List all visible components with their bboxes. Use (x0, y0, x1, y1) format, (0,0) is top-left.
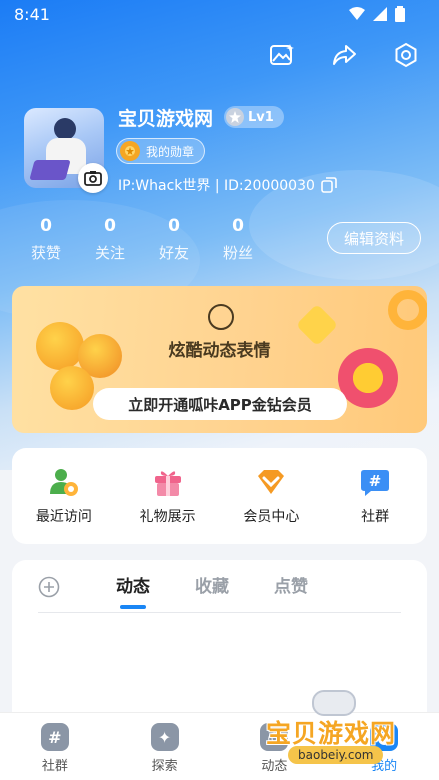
gamepad-icon (312, 690, 356, 716)
quick-link-label: 会员中心 (243, 509, 300, 525)
level-star-icon (226, 108, 244, 126)
vip-emoji-banner[interactable]: 炫酷动态表情 立即开通呱咔APP金钻会员 (12, 286, 427, 433)
stat-likes[interactable]: 0 获赞 (14, 216, 78, 263)
my-medal-button[interactable]: 我的勋章 (116, 138, 206, 164)
stat-friends[interactable]: 0 好友 (142, 216, 206, 263)
nav-label: 探索 (151, 759, 178, 774)
quick-link-gifts[interactable]: 礼物展示 (116, 448, 220, 544)
wifi-icon (349, 7, 365, 20)
status-bar: 8:41 (0, 0, 439, 30)
nav-label: 社群 (41, 759, 68, 774)
feed-tabs: 动态 收藏 点赞 (116, 572, 308, 609)
svg-text:#: # (369, 472, 382, 490)
ip-id-line: IP:Whack世界 | ID:20000030 (118, 175, 337, 195)
edit-profile-button[interactable]: 编辑资料 (327, 222, 421, 254)
tab-favorites[interactable]: 收藏 (195, 572, 229, 597)
share-icon[interactable] (331, 42, 357, 68)
tab-divider (38, 612, 401, 613)
community-nav-icon: # (40, 723, 69, 751)
stat-label: 好友 (158, 244, 189, 262)
quick-link-recent-visits[interactable]: 最近访问 (12, 448, 116, 544)
nav-community[interactable]: # 社群 (0, 713, 110, 780)
profile-stats: 0 获赞 0 关注 0 好友 0 粉丝 (14, 216, 270, 263)
quick-link-label: 礼物展示 (139, 509, 196, 525)
stat-label: 关注 (94, 244, 125, 262)
level-badge[interactable]: Lv1 (224, 106, 284, 128)
community-icon: # (361, 470, 390, 496)
ip-id-text: IP:Whack世界 | ID:20000030 (118, 178, 315, 194)
watermark-url: baobeiy.com (288, 746, 384, 764)
stat-following[interactable]: 0 关注 (78, 216, 142, 263)
copy-icon[interactable] (321, 177, 337, 193)
flower-emoji-icon (338, 348, 398, 408)
stat-value: 0 (168, 216, 180, 236)
status-icons (349, 6, 405, 22)
tab-posts[interactable]: 动态 (116, 572, 150, 609)
quick-link-label: 最近访问 (35, 509, 92, 525)
sunglasses-emoji-icon (50, 366, 94, 410)
medal-label: 我的勋章 (146, 144, 195, 159)
stat-fans[interactable]: 0 粉丝 (206, 216, 270, 263)
level-label: Lv1 (248, 109, 274, 125)
vip-icon (258, 470, 285, 494)
recent-visitor-icon (49, 469, 78, 496)
stat-value: 0 (40, 216, 52, 236)
ring-decoration-icon (388, 290, 427, 330)
quick-links: 最近访问 礼物展示 会员中心 # 社群 (12, 448, 427, 544)
signal-icon (373, 7, 387, 21)
medal-icon (120, 141, 140, 161)
add-post-icon[interactable] (38, 576, 60, 598)
image-edit-icon[interactable] (269, 42, 295, 68)
site-watermark: 宝贝游戏网 baobeiy.com (262, 690, 432, 768)
status-time: 8:41 (14, 5, 50, 24)
quick-link-community[interactable]: # 社群 (323, 448, 427, 544)
open-vip-button[interactable]: 立即开通呱咔APP金钻会员 (93, 388, 347, 420)
settings-icon[interactable] (393, 42, 419, 68)
username: 宝贝游戏网 (118, 108, 214, 130)
smile-icon (208, 304, 234, 330)
camera-icon[interactable] (78, 163, 108, 193)
tab-likes[interactable]: 点赞 (274, 572, 308, 597)
gift-icon (154, 471, 181, 496)
battery-icon (395, 6, 405, 22)
top-actions (269, 42, 419, 68)
compass-icon: ✦ (150, 723, 179, 751)
stat-value: 0 (232, 216, 244, 236)
stat-value: 0 (104, 216, 116, 236)
stat-label: 获赞 (30, 244, 61, 262)
stat-label: 粉丝 (222, 244, 253, 262)
quick-link-vip-center[interactable]: 会员中心 (220, 448, 324, 544)
watermark-text: 宝贝游戏网 (266, 719, 397, 748)
quick-link-label: 社群 (361, 509, 390, 525)
nav-explore[interactable]: ✦ 探索 (110, 713, 220, 780)
